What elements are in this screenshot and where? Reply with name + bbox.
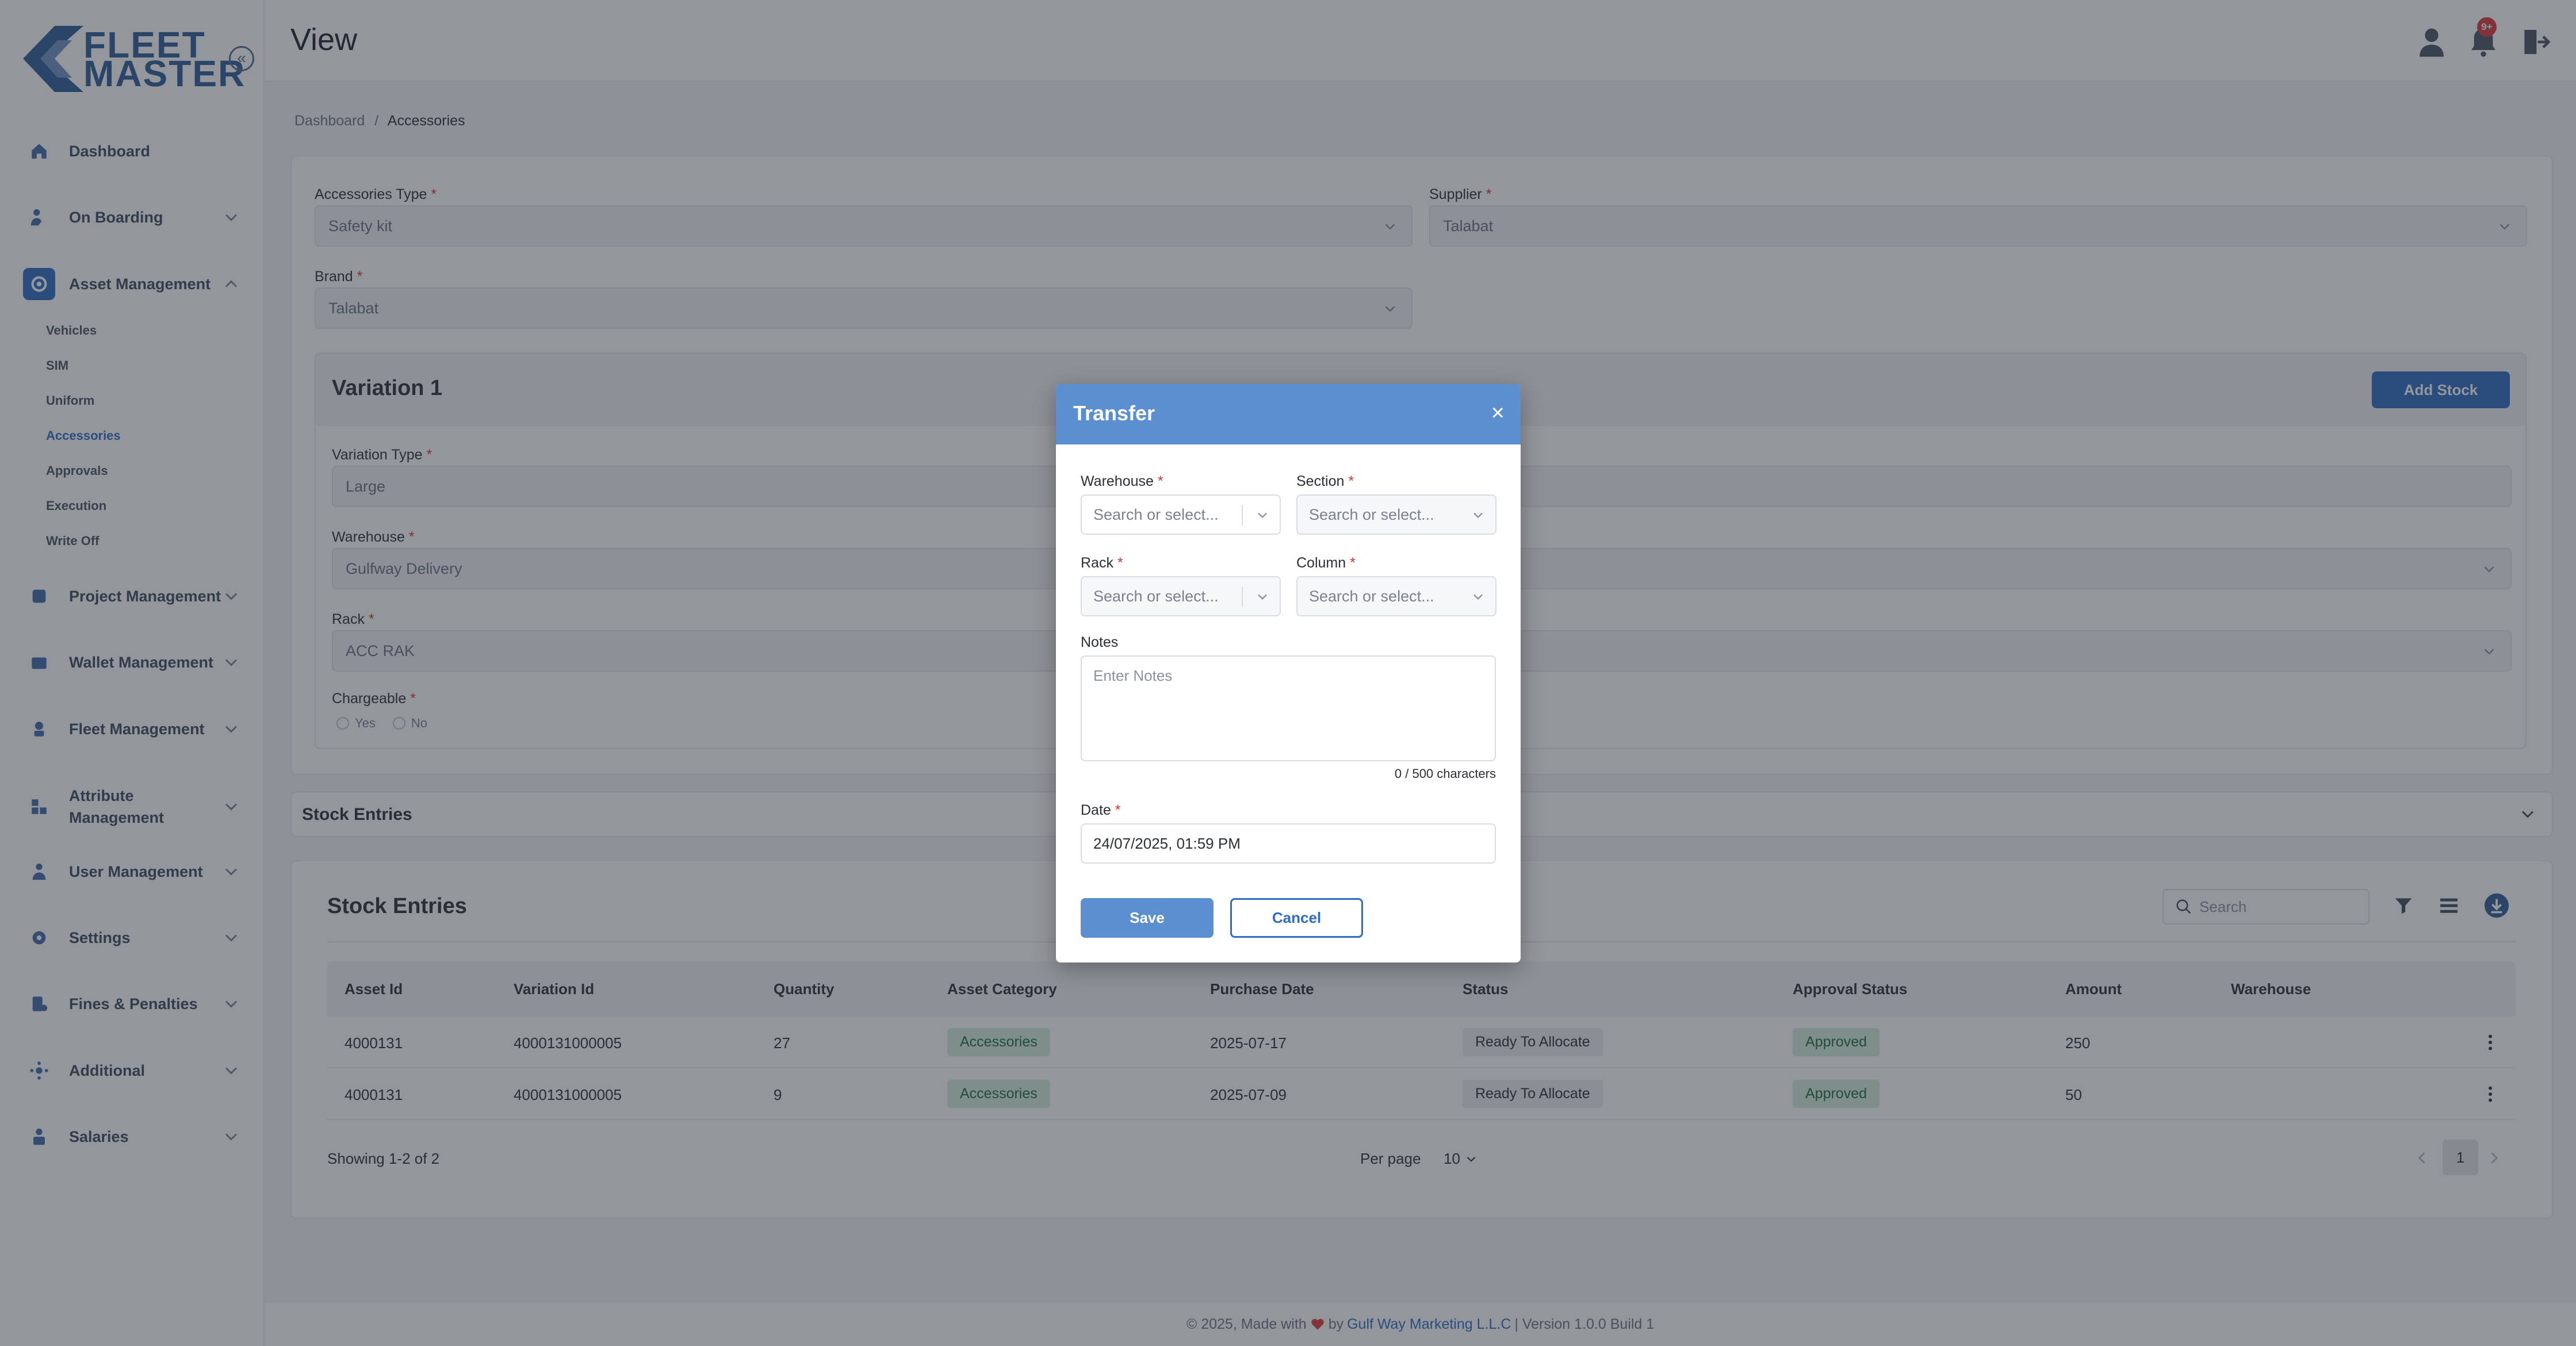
rack-select[interactable]: Search or select... [1081,576,1281,616]
chevron-down-icon [1473,594,1483,600]
notes-textarea[interactable]: Enter Notes [1081,655,1496,761]
chevron-down-icon [1258,594,1267,600]
date-label: Date * [1081,802,1121,818]
chevron-down-icon [1473,512,1483,519]
warehouse-label: Warehouse * [1081,473,1163,489]
modal-title: Transfer [1073,401,1155,425]
cancel-button[interactable]: Cancel [1230,898,1363,938]
chevron-down-icon [1258,512,1267,519]
char-count: 0 / 500 characters [1394,766,1496,781]
column-label: Column * [1296,555,1356,571]
warehouse-select[interactable]: Search or select... [1081,494,1281,535]
close-icon[interactable]: × [1491,401,1505,424]
notes-label: Notes [1081,634,1119,650]
column-select[interactable]: Search or select... [1296,576,1496,616]
section-label: Section * [1296,473,1354,489]
transfer-modal: Transfer × Warehouse * Search or select.… [1056,384,1521,962]
save-button[interactable]: Save [1081,898,1214,938]
rack-label: Rack * [1081,555,1123,571]
section-select[interactable]: Search or select... [1296,494,1496,535]
date-input[interactable]: 24/07/2025, 01:59 PM [1081,823,1496,864]
